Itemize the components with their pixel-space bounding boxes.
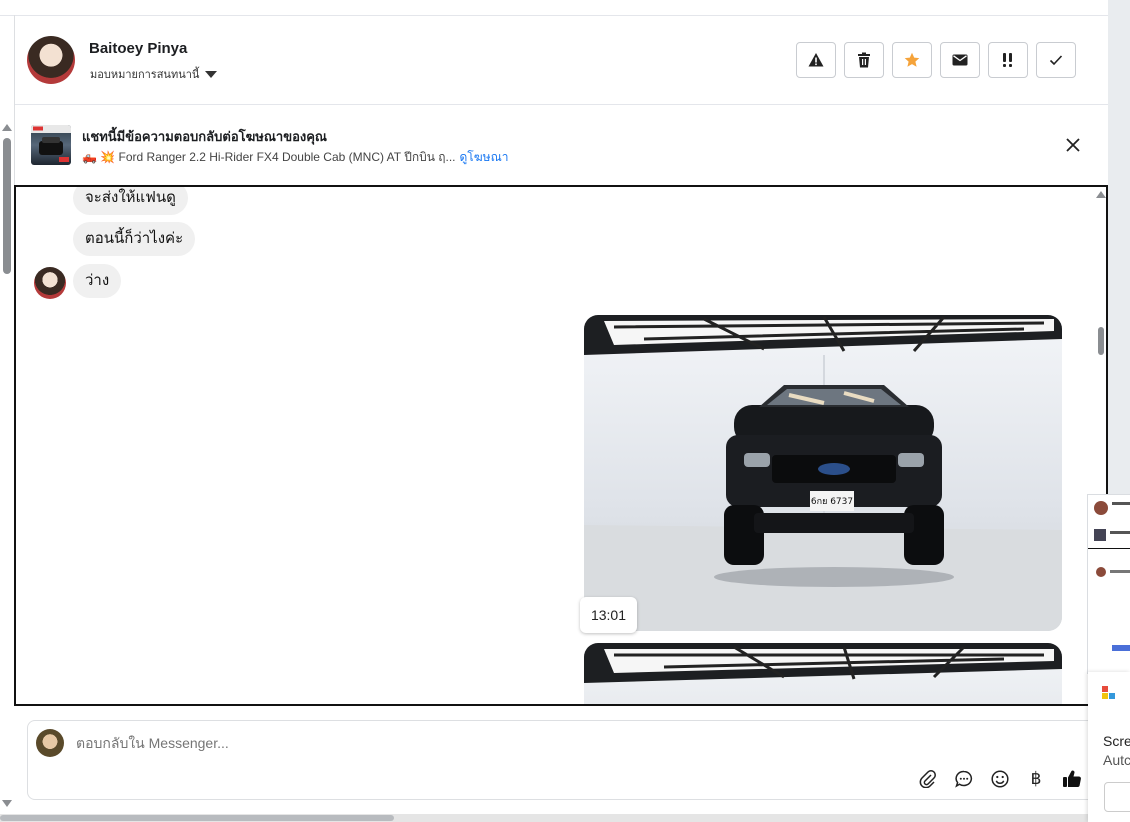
smiley-icon (991, 770, 1009, 788)
car-thumbnail-image (31, 125, 71, 162)
dialog-subtitle: Autc (1103, 752, 1130, 768)
sender-avatar[interactable] (34, 267, 66, 299)
app-icon (1102, 686, 1116, 700)
horizontal-scrollbar-thumb[interactable] (0, 815, 394, 821)
contact-avatar[interactable] (27, 36, 75, 84)
follow-up-button[interactable] (988, 42, 1028, 78)
page-scrollbar-thumb[interactable] (3, 138, 11, 274)
sent-photo[interactable]: 6กย 6737 (584, 315, 1062, 631)
ad-reply-banner: แชทนี้มีข้อความตอบกลับต่อโฆษณาของคุณ 🛻 💥… (15, 105, 1108, 184)
ad-banner-description: 🛻 💥 Ford Ranger 2.2 Hi-Rider FX4 Double … (82, 148, 508, 167)
conversation-actions (796, 42, 1076, 78)
car-photo-image: 6กย 6737 (584, 315, 1062, 631)
incoming-message[interactable]: ตอนนี้ก็ว่าไงค่ะ (73, 222, 196, 256)
close-banner-button[interactable] (1063, 135, 1083, 155)
contact-name[interactable]: Baitoey Pinya (89, 40, 187, 57)
composer-toolbar: ฿ (918, 769, 1082, 789)
mark-done-button[interactable] (1036, 42, 1076, 78)
license-plate-text: 6กย 6737 (811, 497, 853, 507)
attach-button[interactable] (918, 769, 938, 789)
close-icon (1066, 138, 1080, 152)
mini-preview-panel[interactable] (1087, 494, 1130, 674)
star-button[interactable] (892, 42, 932, 78)
star-icon (904, 52, 920, 67)
view-ad-link[interactable]: ดูโฆษณา (460, 150, 509, 164)
assign-conversation-label: มอบหมายการสนทนานี้ (90, 69, 200, 81)
baht-icon: ฿ (1030, 769, 1042, 788)
top-bar (0, 0, 1108, 16)
message-composer: ฿ (27, 720, 1097, 800)
message-thread[interactable]: จะส่งให้แฟนดู ตอนนี้ก็ว่าไงค่ะ ว่าง 6กย … (14, 185, 1108, 706)
trash-icon (858, 52, 870, 68)
ad-banner-title: แชทนี้มีข้อความตอบกลับต่อโฆษณาของคุณ (82, 129, 327, 144)
page-avatar (36, 729, 64, 757)
paperclip-icon (919, 770, 936, 788)
chevron-down-icon (205, 70, 218, 78)
car-photo-image (584, 643, 1062, 683)
chat-scroll-up-icon[interactable] (1096, 191, 1106, 198)
screen-capture-dialog: Scre Autc (1088, 672, 1130, 822)
chat-scrollbar-thumb[interactable] (1098, 327, 1104, 355)
dialog-title: Scre (1103, 733, 1130, 749)
thumbs-up-icon (1063, 770, 1081, 788)
sent-photo[interactable] (584, 643, 1062, 704)
scroll-down-arrow-icon[interactable] (2, 800, 12, 807)
incoming-message[interactable]: ว่าง (73, 264, 122, 298)
double-exclamation-icon (1003, 53, 1012, 67)
message-timestamp: 13:01 (580, 597, 637, 633)
payment-button[interactable]: ฿ (1026, 769, 1046, 789)
conversation-header: Baitoey Pinya มอบหมายการสนทนานี้ (15, 16, 1108, 105)
saved-replies-button[interactable] (954, 769, 974, 789)
dialog-button[interactable] (1104, 782, 1130, 812)
ad-thumbnail[interactable] (31, 125, 71, 165)
chat-bubble-icon (955, 770, 973, 788)
envelope-icon (952, 54, 968, 66)
warning-icon (808, 53, 824, 67)
reply-input[interactable] (76, 735, 976, 751)
emoji-button[interactable] (990, 769, 1010, 789)
incoming-message[interactable]: จะส่งให้แฟนดู (73, 187, 188, 215)
check-icon (1049, 55, 1063, 66)
like-button[interactable] (1062, 769, 1082, 789)
report-spam-button[interactable] (796, 42, 836, 78)
delete-button[interactable] (844, 42, 884, 78)
mark-unread-button[interactable] (940, 42, 980, 78)
ad-description-text: 🛻 💥 Ford Ranger 2.2 Hi-Rider FX4 Double … (82, 150, 456, 164)
scroll-up-arrow-icon[interactable] (2, 124, 12, 131)
assign-conversation-dropdown[interactable]: มอบหมายการสนทนานี้ (90, 65, 218, 83)
